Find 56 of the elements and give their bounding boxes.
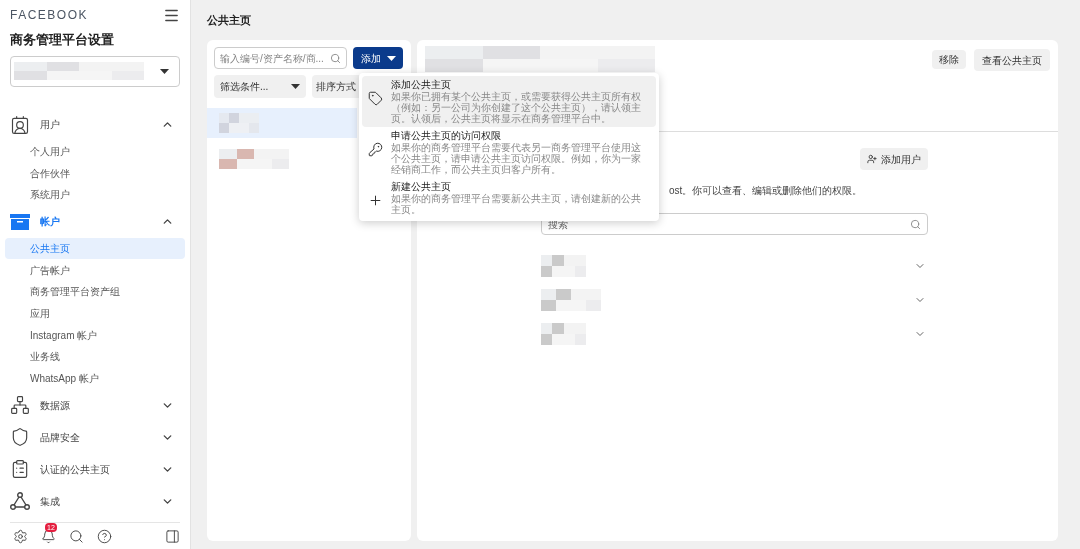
redacted-area	[541, 289, 601, 311]
network-icon	[10, 395, 30, 416]
sidebar-item[interactable]: 业务线	[5, 346, 185, 368]
menu-item-title: 申请公共主页的访问权限	[391, 130, 502, 142]
search-icon[interactable]	[69, 528, 84, 544]
notifications-icon[interactable]	[41, 528, 56, 544]
box-icon	[10, 213, 30, 230]
help-icon[interactable]	[97, 528, 112, 544]
sidebar-title: 商务管理平台设置	[9, 31, 115, 49]
redacted-area	[541, 255, 586, 277]
add-user-button[interactable]: 添加用户	[860, 148, 928, 170]
user-plus-icon	[867, 154, 877, 164]
sidebar-item[interactable]: 应用	[5, 302, 185, 325]
add-button[interactable]: 添加	[353, 47, 403, 69]
tag-icon	[368, 91, 383, 106]
menu-item-title: 新建公共主页	[391, 181, 452, 193]
caret-icon	[160, 68, 169, 74]
filter-dropdown[interactable]: 筛选条件...	[214, 75, 306, 98]
sidebar-section[interactable]: 数据源	[0, 389, 190, 422]
sidebar-section[interactable]: 用户	[0, 108, 190, 141]
sidebar-item[interactable]: 公共主页	[5, 237, 185, 260]
sidebar-item[interactable]: 合作伙伴	[5, 162, 185, 184]
permissions-note: ost。你可以查看、编辑或删除他们的权限。	[669, 185, 863, 196]
view-page-button[interactable]: 查看公共主页	[974, 49, 1050, 71]
redacted-area	[219, 149, 289, 169]
sidebar-section[interactable]: 帐户	[0, 205, 190, 238]
redacted-area	[219, 113, 259, 133]
redacted-area	[541, 323, 586, 345]
menu-item[interactable]: 申请公共主页的访问权限 如果你的商务管理平台需要代表另一商务管理平台使用这个公共主页，请申请公共主页访问权限。例如，你为一家经销商工作，而公共主页归客户所有。	[362, 127, 656, 178]
key-icon	[368, 142, 383, 157]
plus-icon	[368, 193, 383, 208]
panel-toggle-icon[interactable]	[165, 528, 180, 544]
settings-icon[interactable]	[13, 528, 28, 544]
sidebar-section[interactable]: 品牌安全	[0, 421, 190, 454]
menu-item-description: 如果你的商务管理平台需要代表另一商务管理平台使用这个公共主页，请申请公共主页访问权限。例如，你为一家经销商工作，而公共主页归客户所有。	[391, 142, 642, 175]
sidebar-item[interactable]: Instagram 帐户	[5, 324, 185, 346]
sidebar-item[interactable]: WhatsApp 帐户	[5, 367, 185, 390]
menu-item-description: 如果你的商务管理平台需要新公共主页，请创建新的公共主页。	[391, 193, 642, 215]
sidebar-item[interactable]: 商务管理平台资产组	[5, 280, 185, 303]
sidebar-item[interactable]: 广告帐户	[5, 259, 185, 281]
sidebar-section[interactable]: 认证的公共主页	[0, 453, 190, 486]
sidebar-section[interactable]: 集成	[0, 485, 190, 518]
clipboard-icon	[10, 459, 30, 480]
search-icon	[910, 218, 921, 230]
remove-button[interactable]: 移除	[932, 50, 966, 69]
triangle-nodes-icon	[10, 492, 30, 511]
contact-card-icon	[10, 114, 30, 135]
sidebar-item[interactable]: 系统用户	[5, 183, 185, 206]
brand-logo: FACEBOOK	[10, 7, 89, 24]
caret-icon	[291, 84, 300, 89]
shield-icon	[10, 427, 30, 448]
page-title: 公共主页	[207, 12, 251, 28]
search-icon	[330, 52, 341, 64]
sidebar-item[interactable]: 个人用户	[5, 140, 185, 163]
search-field[interactable]: 输入编号/资产名称/商...	[214, 47, 347, 69]
caret-icon	[386, 55, 396, 61]
